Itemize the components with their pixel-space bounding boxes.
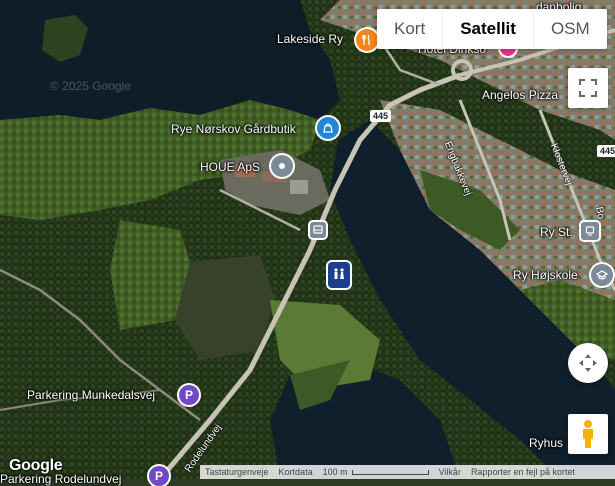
pegman-icon (583, 420, 593, 448)
fullscreen-button[interactable] (568, 68, 608, 108)
train-station-icon[interactable] (581, 222, 599, 240)
route-445-shield-2: 445 (597, 145, 615, 157)
school-icon[interactable] (591, 264, 613, 286)
satellite-map[interactable] (0, 0, 615, 479)
scale-label: 100 m (322, 467, 348, 477)
poi-label-rye[interactable]: Rye Nørskov Gårdbutik (171, 122, 296, 136)
poi-label-rystation[interactable]: Ry St. (540, 225, 573, 239)
parking-icon[interactable]: P (179, 385, 199, 405)
road-label-bo: Bo (593, 206, 607, 220)
map-type-osm[interactable]: OSM (534, 9, 607, 49)
scale-bar[interactable]: 100 m (318, 467, 434, 477)
camera-control-button[interactable] (568, 343, 608, 383)
street-view-pegman-button[interactable] (568, 414, 608, 454)
parking-icon-2[interactable]: P (149, 466, 169, 486)
poi-label-parkering1[interactable]: Parkering Munkedalsvej (27, 388, 155, 402)
map-type-control: Kort Satellit OSM (377, 9, 607, 49)
map-type-satellit[interactable]: Satellit (443, 9, 534, 49)
map-watermark: © 2025 Google (50, 79, 131, 93)
restroom-icon[interactable] (328, 262, 350, 288)
fullscreen-icon (579, 79, 597, 97)
poi-label-angelos[interactable]: Angelos Pizza (482, 88, 558, 102)
poi-label-houe[interactable]: HOUE ApS (200, 160, 260, 174)
map-footer: Tastaturgenveje Kortdata 100 m Vilkår Ra… (200, 465, 615, 479)
scale-line (351, 469, 429, 475)
report-error-link[interactable]: Rapporter en fejl på kortet (466, 467, 580, 477)
map-data-link[interactable]: Kortdata (274, 467, 318, 477)
route-445-shield: 445 (370, 110, 392, 122)
poi-label-lakeside[interactable]: Lakeside Ry (277, 32, 343, 46)
map-type-kort[interactable]: Kort (377, 9, 444, 49)
terms-link[interactable]: Vilkår (434, 467, 466, 477)
keyboard-shortcuts-link[interactable]: Tastaturgenveje (200, 467, 274, 477)
shop-icon[interactable] (317, 117, 339, 139)
poi-label-ryhus[interactable]: Ryhus (529, 436, 563, 450)
google-logo: Google (9, 457, 63, 474)
place-icon[interactable] (271, 155, 293, 177)
camera-control-icon (579, 354, 597, 372)
restaurant-icon[interactable] (356, 29, 378, 51)
poi-label-ryhojskole[interactable]: Ry Højskole (513, 268, 578, 282)
bus-stop-icon[interactable] (310, 222, 326, 238)
